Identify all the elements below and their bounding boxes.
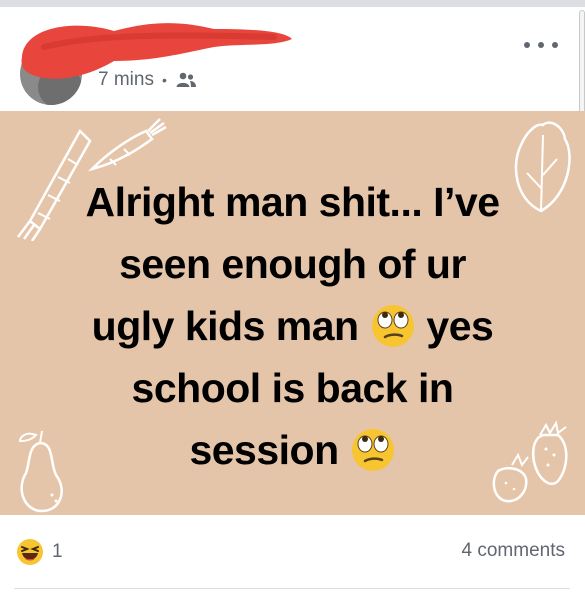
post-meta: 7 mins •: [98, 65, 197, 95]
friends-icon[interactable]: [175, 71, 197, 89]
post-header: 7 mins •: [0, 7, 585, 111]
post-footer: 1 4 comments: [0, 515, 585, 600]
meta-separator: •: [161, 72, 167, 88]
post-text-line: school is back in: [131, 365, 454, 411]
post-text-line: ugly kids man yes: [91, 303, 494, 349]
post-background: Alright man shit... I’ve seen enough of …: [0, 111, 585, 515]
reactions-summary[interactable]: 1: [16, 538, 63, 566]
haha-reaction-icon: [17, 539, 43, 565]
face-with-rolling-eyes-emoji: [351, 429, 394, 472]
divider: [14, 588, 570, 589]
post-text-line: seen enough of ur: [119, 241, 466, 287]
post-text-line: session: [20, 419, 565, 481]
more-options-icon[interactable]: [524, 35, 558, 55]
comments-count-link[interactable]: 4 comments: [462, 540, 565, 562]
face-with-rolling-eyes-emoji: [371, 305, 414, 348]
reaction-count: 1: [52, 541, 63, 562]
top-separator: [0, 0, 585, 7]
post-text-line: Alright man shit... I’ve: [85, 179, 500, 225]
post-text: Alright man shit... I’ve seen enough of …: [20, 171, 565, 481]
timestamp[interactable]: 7 mins: [98, 69, 154, 91]
carrot-icon: [88, 118, 167, 172]
